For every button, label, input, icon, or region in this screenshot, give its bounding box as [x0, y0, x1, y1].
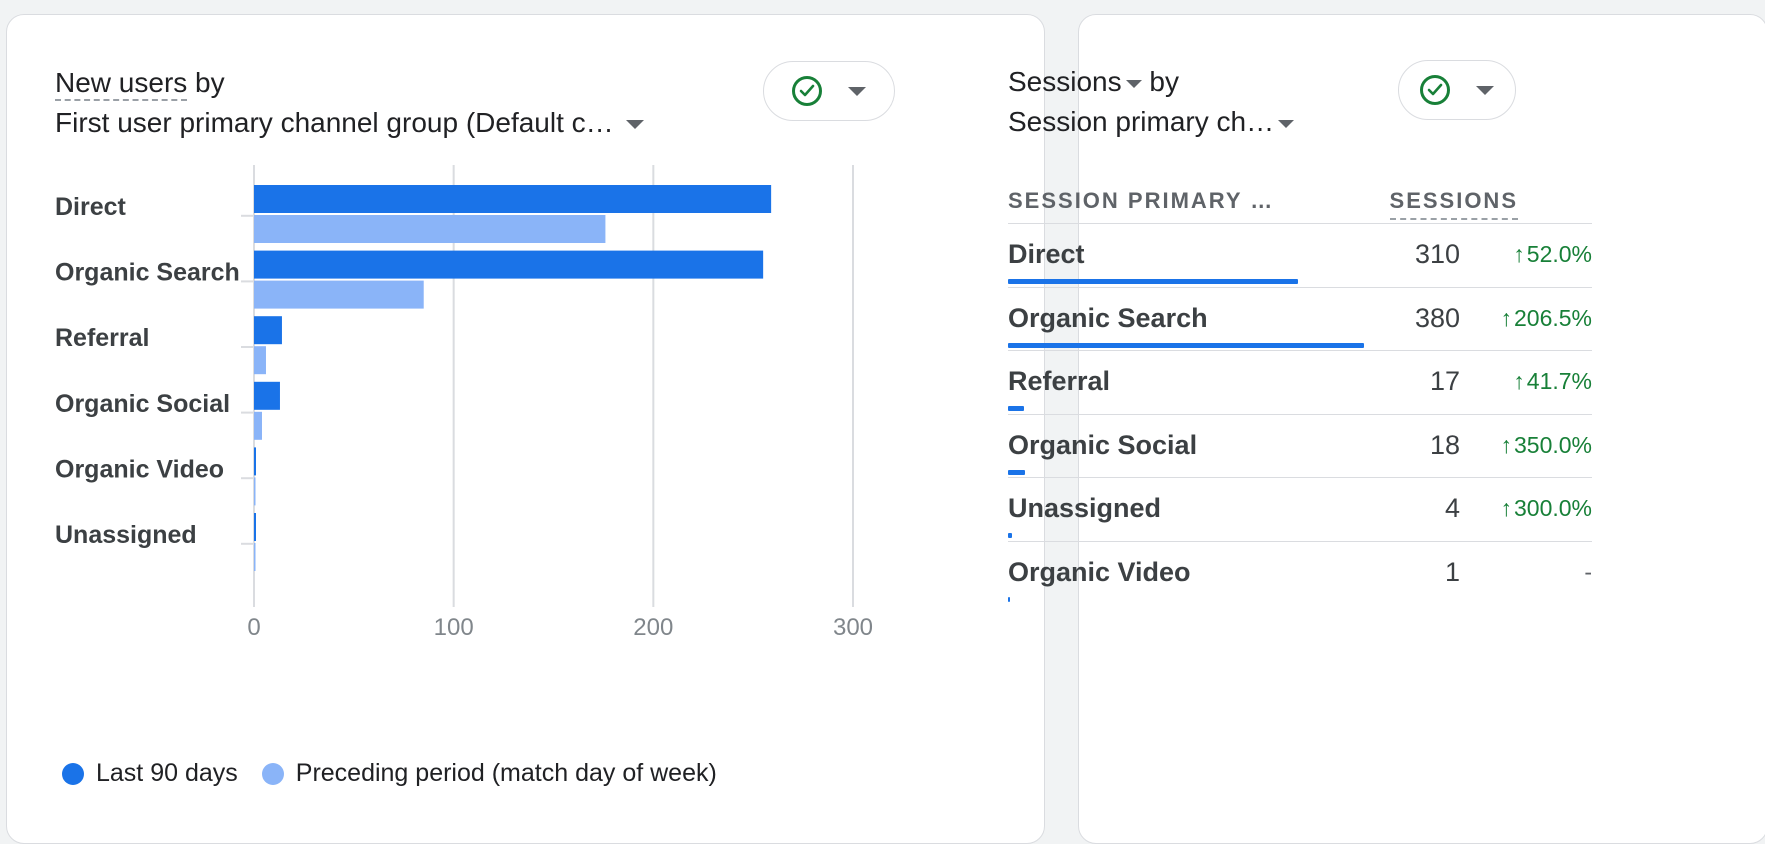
table-row[interactable]: Organic Social 18 ↑350.0%	[954, 414, 1644, 485]
row-value: 17	[1429, 366, 1460, 396]
legend-item-current[interactable]: Last 90 days	[62, 759, 238, 788]
table-row[interactable]: Organic Video 1 -	[954, 541, 1644, 612]
bar-previous	[254, 280, 424, 309]
row-label: Referral	[1008, 366, 1111, 396]
bar-current	[254, 513, 256, 541]
arrow-up-icon: ↑	[1513, 241, 1525, 267]
row-label: Organic Search	[1008, 302, 1208, 333]
new-users-card: New users by First user primary channel …	[6, 14, 1045, 844]
category-label: Organic Search	[55, 259, 240, 287]
row-value: 1	[1444, 556, 1460, 587]
chart-legend: Last 90 days Preceding period (match day…	[62, 759, 741, 788]
arrow-up-icon: ↑	[1500, 495, 1512, 521]
row-proportion-bar	[1008, 533, 1012, 538]
arrow-up-icon: ↑	[1500, 431, 1512, 458]
row-value: 4	[1444, 493, 1460, 523]
table-row[interactable]: Organic Search 380 ↑206.5%	[954, 287, 1644, 358]
row-change-value: -	[1584, 558, 1592, 585]
sessions-table: SESSION PRIMARY … SESSIONS Direct 310 ↑52.…	[1008, 14, 1765, 814]
table-row[interactable]: Referral 17 ↑41.7%	[954, 350, 1644, 421]
bar-current	[254, 185, 772, 213]
row-proportion-bar	[1008, 596, 1010, 602]
bar-current	[254, 447, 256, 476]
x-tick-label: 200	[633, 614, 673, 641]
row-proportion-bar	[1008, 342, 1364, 348]
category-label: Unassigned	[55, 521, 197, 549]
arrow-up-icon: ↑	[1500, 304, 1512, 331]
row-change: ↑350.0%	[1500, 432, 1592, 459]
row-change: -	[1584, 559, 1592, 586]
bar-current	[254, 316, 282, 345]
row-change: ↑41.7%	[1513, 368, 1592, 395]
table-row[interactable]: Direct 310 ↑52.0%	[954, 223, 1644, 294]
row-label: Organic Social	[1008, 429, 1198, 460]
table-row[interactable]: Unassigned 4 ↑300.0%	[954, 477, 1644, 548]
column-header-sessions[interactable]: SESSIONS	[1389, 188, 1518, 220]
legend-swatch-previous	[261, 762, 284, 785]
x-tick-label: 300	[833, 614, 873, 641]
column-header-dimension[interactable]: SESSION PRIMARY …	[1008, 188, 1274, 214]
bar-previous	[254, 215, 606, 243]
bar-current	[254, 381, 280, 410]
bar-previous	[254, 543, 256, 571]
row-proportion-bar	[1008, 279, 1299, 284]
category-label: Organic Video	[55, 455, 224, 483]
row-proportion-bar	[1008, 469, 1025, 475]
x-tick-label: 100	[434, 614, 474, 641]
category-label: Direct	[55, 193, 127, 221]
row-change-value: 206.5%	[1513, 304, 1592, 331]
row-label: Direct	[1008, 239, 1085, 269]
row-change: ↑206.5%	[1500, 305, 1592, 332]
row-change-value: 41.7%	[1526, 368, 1592, 394]
row-change-value: 300.0%	[1513, 495, 1592, 521]
arrow-up-icon: ↑	[1513, 368, 1525, 394]
category-label: Referral	[55, 324, 150, 352]
legend-label-previous: Preceding period (match day of week)	[295, 759, 717, 787]
row-proportion-bar	[1008, 406, 1024, 411]
row-value: 18	[1429, 429, 1460, 460]
bar-chart: 0 100 200 300 Direct Organic Search Referral Or…	[55, 165, 873, 641]
row-change: ↑300.0%	[1500, 495, 1592, 522]
row-change-value: 350.0%	[1513, 431, 1592, 458]
bar-previous	[254, 346, 266, 375]
bar-previous	[254, 411, 262, 440]
category-label: Organic Social	[55, 390, 230, 418]
row-change: ↑52.0%	[1513, 241, 1592, 268]
row-label: Unassigned	[1008, 493, 1162, 523]
row-value: 380	[1414, 302, 1460, 333]
x-tick-label: 0	[247, 614, 260, 641]
row-label: Organic Video	[1008, 556, 1191, 587]
legend-swatch-current	[62, 762, 84, 785]
bar-current	[254, 250, 764, 279]
legend-item-previous[interactable]: Preceding period (match day of week)	[261, 759, 717, 788]
row-value: 310	[1414, 239, 1460, 269]
legend-label-current: Last 90 days	[96, 759, 238, 787]
bar-previous	[254, 477, 256, 506]
row-change-value: 52.0%	[1526, 241, 1592, 267]
